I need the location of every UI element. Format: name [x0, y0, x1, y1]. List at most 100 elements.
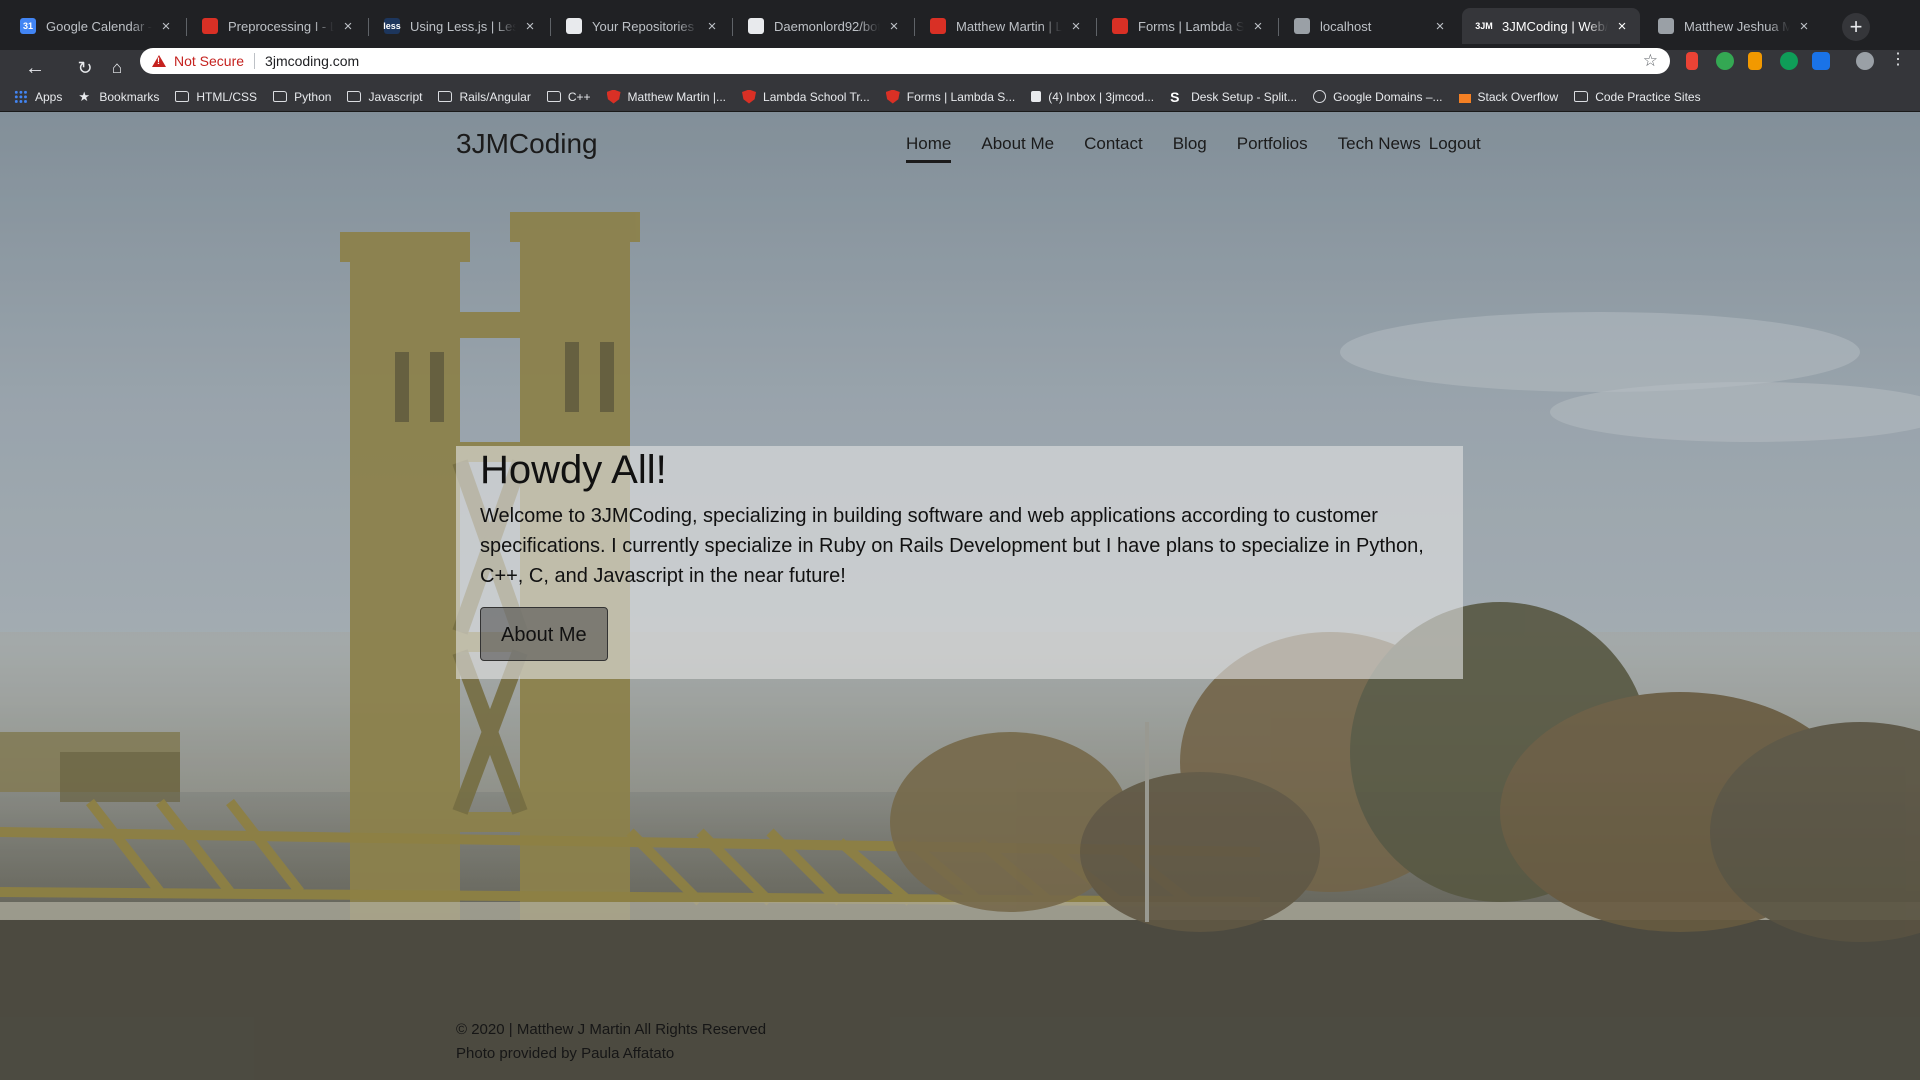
- close-tab-icon[interactable]: ×: [340, 18, 356, 35]
- bookmark-item[interactable]: Stack Overflow: [1458, 89, 1559, 104]
- bookmark-item[interactable]: Code Practice Sites: [1574, 89, 1701, 104]
- globe-icon: [1658, 18, 1674, 34]
- browser-tab[interactable]: Matthew Jeshua Mar ×: [1644, 8, 1822, 44]
- bookmark-item[interactable]: Python: [273, 90, 331, 104]
- bookmark-item[interactable]: Javascript: [347, 90, 422, 104]
- bookmark-item[interactable]: Matthew Martin |...: [606, 89, 727, 104]
- reload-icon[interactable]: ↻: [70, 53, 100, 83]
- about-me-button[interactable]: About Me: [480, 607, 608, 661]
- browser-tab[interactable]: Preprocessing I - Lam ×: [188, 8, 366, 44]
- bookmark-star-icon[interactable]: ☆: [1643, 51, 1658, 71]
- browser-tab[interactable]: less Using Less.js | Less.j ×: [370, 8, 548, 44]
- hero-text: Welcome to 3JMCoding, specializing in bu…: [480, 505, 1424, 587]
- tab-title: localhost: [1320, 18, 1372, 34]
- shield-icon: [742, 89, 757, 104]
- close-tab-icon[interactable]: ×: [158, 18, 174, 35]
- bookmark-item[interactable]: Google Domains –...: [1313, 89, 1443, 104]
- bookmark-label: Code Practice Sites: [1595, 89, 1701, 104]
- bookmark-item[interactable]: ★ Bookmarks: [78, 90, 159, 104]
- tab-separator: [550, 18, 551, 36]
- tab-title: Preprocessing I - Lam: [228, 18, 334, 34]
- nav-link-blog[interactable]: Blog: [1173, 134, 1207, 163]
- profile-avatar[interactable]: [1856, 52, 1874, 70]
- nav-link-about-me[interactable]: About Me: [981, 134, 1054, 163]
- bookmark-label: Matthew Martin |...: [627, 89, 727, 104]
- tab-strip: 31Google Calendar - Fr×Preprocessing I -…: [0, 0, 1920, 50]
- bookmark-item[interactable]: Rails/Angular: [438, 90, 531, 104]
- menu-icon[interactable]: ⋮: [1890, 52, 1908, 70]
- calendar-icon: 31: [20, 18, 36, 34]
- tab-separator: [1278, 18, 1279, 36]
- bookmark-label: Stack Overflow: [1477, 89, 1559, 104]
- bookmark-item[interactable]: HTML/CSS: [175, 90, 257, 104]
- shield-icon: [885, 89, 900, 104]
- close-tab-icon[interactable]: ×: [522, 18, 538, 35]
- bookmark-label: (4) Inbox | 3jmcod...: [1048, 89, 1155, 104]
- close-tab-icon[interactable]: ×: [704, 18, 720, 35]
- browser-tab[interactable]: Daemonlord92/botte ×: [734, 8, 912, 44]
- bookmark-label: Lambda School Tr...: [763, 89, 870, 104]
- tab-separator: [368, 18, 369, 36]
- bookmark-label: HTML/CSS: [196, 89, 258, 104]
- bookmark-item[interactable]: C++: [546, 90, 591, 104]
- browser-tab[interactable]: 31 Google Calendar - Fr ×: [6, 8, 184, 44]
- globe-icon: [1294, 18, 1310, 34]
- lambda-shield-icon: [930, 18, 946, 34]
- tab-separator: [1096, 18, 1097, 36]
- close-tab-icon[interactable]: ×: [1796, 18, 1812, 35]
- new-tab-button[interactable]: +: [1842, 13, 1870, 41]
- warning-icon: [152, 55, 166, 67]
- extension-icon[interactable]: [1812, 52, 1830, 70]
- bookmark-item[interactable]: S Desk Setup - Split...: [1170, 90, 1297, 104]
- home-icon[interactable]: ⌂: [102, 53, 132, 83]
- lambda-shield-icon: [1112, 18, 1128, 34]
- hero-panel: Howdy All! Welcome to 3JMCoding, special…: [456, 446, 1463, 679]
- bookmark-label: Forms | Lambda S...: [906, 89, 1016, 104]
- nav-link-tech-news[interactable]: Tech News: [1338, 134, 1421, 163]
- extension-icon[interactable]: [1780, 52, 1798, 70]
- browser-tab[interactable]: Your Repositories ×: [552, 8, 730, 44]
- office-extension-icon[interactable]: [1686, 52, 1698, 70]
- back-icon[interactable]: ←: [20, 53, 50, 83]
- address-bar[interactable]: Not Secure 3jmcoding.com ☆: [140, 48, 1670, 74]
- wrench-extension-icon[interactable]: [1748, 52, 1762, 70]
- tab-title: Forms | Lambda Sch: [1138, 18, 1244, 34]
- not-secure-label[interactable]: Not Secure: [174, 53, 244, 69]
- bookmark-item[interactable]: (4) Inbox | 3jmcod...: [1031, 90, 1154, 104]
- globe-icon: [1313, 90, 1327, 103]
- close-tab-icon[interactable]: ×: [1068, 18, 1084, 35]
- folder-icon: [1574, 91, 1589, 102]
- tab-separator: [732, 18, 733, 36]
- close-tab-icon[interactable]: ×: [886, 18, 902, 35]
- photo-credit-text: Photo provided by Paula Affatato: [456, 1045, 675, 1062]
- close-tab-icon[interactable]: ×: [1614, 18, 1630, 35]
- browser-tab[interactable]: Matthew Martin | Lam ×: [916, 8, 1094, 44]
- bookmark-label: Google Domains –...: [1333, 89, 1443, 104]
- nav-link-home[interactable]: Home: [906, 134, 952, 163]
- close-tab-icon[interactable]: ×: [1432, 18, 1448, 35]
- less-icon: less: [383, 18, 401, 34]
- bookmark-item[interactable]: Lambda School Tr...: [742, 89, 870, 104]
- close-tab-icon[interactable]: ×: [1250, 18, 1266, 35]
- nav-link-contact[interactable]: Contact: [1084, 134, 1143, 163]
- browser-tab[interactable]: 3JM 3JMCoding | Web/Gs ×: [1462, 8, 1640, 44]
- tab-title: Matthew Jeshua Mar: [1684, 18, 1790, 34]
- browser-tab[interactable]: localhost ×: [1280, 8, 1458, 44]
- folder-icon: [546, 91, 561, 102]
- bookmark-item[interactable]: Apps: [14, 89, 62, 104]
- lambda-shield-icon: [202, 18, 218, 34]
- star-icon: ★: [78, 88, 91, 104]
- nav-link-portfolios[interactable]: Portfolios: [1237, 134, 1308, 163]
- bookmark-label: Desk Setup - Split...: [1191, 89, 1298, 104]
- tab-separator: [186, 18, 187, 36]
- extension-icon[interactable]: [1716, 52, 1734, 70]
- browser-tab[interactable]: Forms | Lambda Sch ×: [1098, 8, 1276, 44]
- site-brand[interactable]: 3JMCoding: [456, 128, 598, 160]
- nav-link-logout[interactable]: Logout: [1429, 134, 1481, 163]
- url-text[interactable]: 3jmcoding.com: [265, 53, 1643, 69]
- tab-title: Daemonlord92/botte: [774, 18, 880, 34]
- tab-separator: [914, 18, 915, 36]
- grid-icon: [14, 89, 28, 104]
- folder-icon: [347, 91, 362, 102]
- bookmark-item[interactable]: Forms | Lambda S...: [885, 89, 1016, 104]
